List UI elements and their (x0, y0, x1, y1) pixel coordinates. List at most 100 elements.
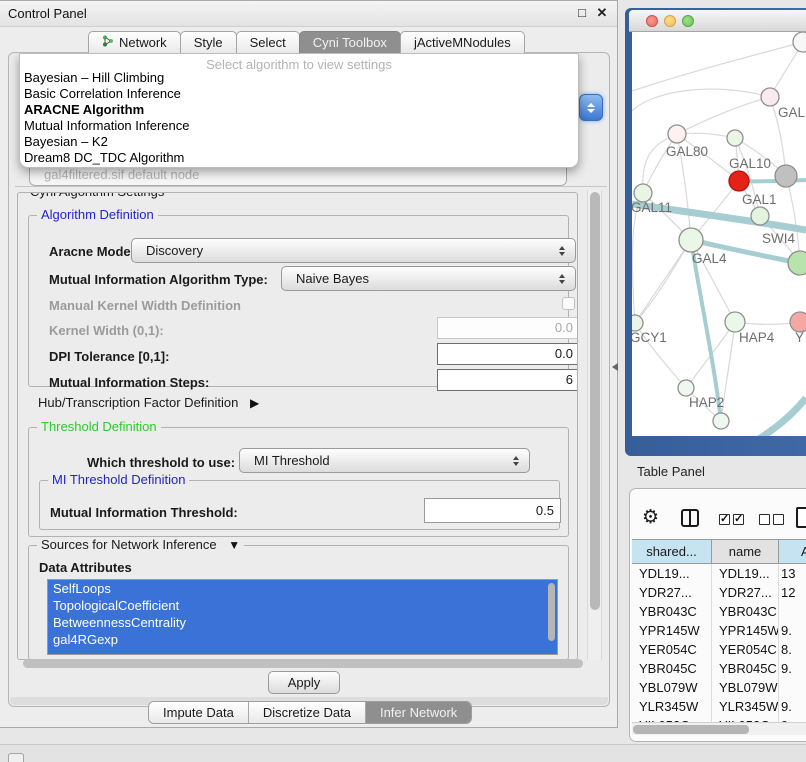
network-node[interactable] (713, 413, 729, 429)
network-node[interactable] (761, 88, 779, 106)
gear-icon[interactable]: ⚙ (642, 506, 659, 528)
aracne-mode-combobox[interactable]: Discovery (131, 238, 576, 263)
mi-type-combobox[interactable]: Naive Bayes (281, 266, 576, 291)
apply-button[interactable]: Apply (268, 671, 340, 694)
network-node[interactable] (775, 165, 797, 187)
document-icon[interactable] (796, 507, 806, 528)
mi-threshold-input[interactable]: 0.5 (424, 498, 561, 523)
settings-horizontal-scrollbar[interactable] (21, 657, 607, 671)
checked-checkbox-icon[interactable] (719, 514, 730, 525)
dropdown-item[interactable]: Dream8 DC_TDC Algorithm (20, 150, 578, 166)
table-cell[interactable]: YBR043C (632, 602, 712, 621)
table-column-header[interactable]: name (712, 540, 779, 563)
list-scrollbar[interactable] (547, 581, 556, 655)
partial-button[interactable] (8, 753, 24, 762)
network-node[interactable] (727, 130, 743, 146)
float-window-icon[interactable]: □ (574, 5, 590, 21)
network-node[interactable] (678, 380, 694, 396)
table-cell[interactable]: 12 (779, 583, 806, 602)
table-cell[interactable]: YLR345W (632, 697, 712, 716)
table-cell[interactable]: 9. (779, 659, 806, 678)
table-cell[interactable]: 13 (779, 564, 806, 583)
network-node[interactable] (632, 315, 643, 331)
dropdown-item[interactable]: Bayesian – Hill Climbing (20, 70, 578, 86)
close-traffic-light[interactable] (646, 15, 658, 27)
network-graph[interactable]: GALGAL80GAL10GAL1GAL11SWI4GAL4GCY1HAP4YH… (632, 32, 806, 436)
data-attribute-item[interactable]: BetweennessCentrality (48, 614, 557, 631)
table-cell[interactable] (779, 678, 806, 697)
close-window-icon[interactable]: ✕ (594, 5, 610, 21)
network-canvas[interactable]: GALGAL80GAL10GAL1GAL11SWI4GAL4GCY1HAP4YH… (632, 32, 806, 436)
table-row[interactable]: YDR27...YDR27...12 (632, 583, 806, 602)
table-cell[interactable]: YER054C (712, 640, 779, 659)
table-cell[interactable]: YBL079W (632, 678, 712, 697)
table-column-header[interactable]: A (779, 540, 806, 563)
mi-steps-input[interactable]: 6 (437, 369, 578, 391)
algorithm-combobox-stepper[interactable] (579, 94, 603, 121)
tab-infer-network[interactable]: Infer Network (366, 702, 471, 723)
split-columns-icon[interactable] (681, 509, 699, 527)
network-node[interactable] (790, 312, 806, 332)
dropdown-item[interactable]: Mutual Information Inference (20, 118, 578, 134)
tab-cyni-toolbox[interactable]: Cyni Toolbox (299, 31, 401, 53)
list-scrollbar-thumb[interactable] (548, 583, 555, 641)
tab-impute-data[interactable]: Impute Data (149, 702, 249, 723)
network-node[interactable] (788, 251, 806, 275)
hub-definition-expander[interactable]: Hub/Transcription Factor Definition ▶ (38, 395, 259, 410)
dropdown-item[interactable]: Bayesian – K2 (20, 134, 578, 150)
network-node[interactable] (668, 125, 686, 143)
tab-discretize-data[interactable]: Discretize Data (249, 702, 366, 723)
split-pane-collapse-arrow[interactable] (612, 363, 618, 371)
table-cell[interactable]: YDR27... (632, 583, 712, 602)
table-cell[interactable]: YPR145W (712, 621, 779, 640)
table-cell[interactable]: YLR345W (712, 697, 779, 716)
table-cell[interactable]: 9. (779, 697, 806, 716)
table-row[interactable]: YBL079WYBL079W (632, 678, 806, 697)
table-cell[interactable]: YDL19... (712, 564, 779, 583)
table-cell[interactable] (779, 602, 806, 621)
data-attribute-item[interactable]: SelfLoops (48, 580, 557, 597)
manual-kernel-checkbox[interactable] (562, 297, 575, 310)
table-row[interactable]: YBR045CYBR045C9. (632, 659, 806, 678)
tab-select[interactable]: Select (236, 31, 300, 53)
table-cell[interactable]: YPR145W (632, 621, 712, 640)
table-cell[interactable]: YBR045C (632, 659, 712, 678)
table-cell[interactable]: YDL19... (632, 564, 712, 583)
network-node[interactable] (729, 171, 749, 191)
table-horizontal-scrollbar-thumb[interactable] (633, 725, 749, 734)
table-cell[interactable]: YER054C (632, 640, 712, 659)
settings-horizontal-scrollbar-thumb[interactable] (23, 659, 583, 668)
list-item-partial[interactable] (48, 648, 557, 655)
kernel-width-input[interactable]: 0.0 (437, 317, 578, 339)
table-row[interactable]: YBR043CYBR043C (632, 602, 806, 621)
unchecked-checkbox-icon[interactable] (773, 514, 784, 525)
data-attribute-item[interactable]: TopologicalCoefficient (48, 597, 557, 614)
minimize-traffic-light[interactable] (664, 15, 676, 27)
table-cell[interactable]: 8. (779, 640, 806, 659)
table-column-header[interactable]: shared... (632, 540, 712, 563)
tab-jactivemnodules[interactable]: jActiveMNodules (400, 31, 525, 53)
network-window-titlebar[interactable] (629, 10, 806, 32)
settings-vertical-scrollbar[interactable] (587, 190, 602, 660)
unchecked-checkbox-icon[interactable] (759, 514, 770, 525)
table-row[interactable]: YER054CYER054C8. (632, 640, 806, 659)
table-row[interactable]: YLR345WYLR345W9. (632, 697, 806, 716)
dropdown-item[interactable]: ARACNE Algorithm (20, 102, 578, 118)
tab-style[interactable]: Style (180, 31, 237, 53)
table-cell[interactable]: YBL079W (712, 678, 779, 697)
dropdown-item[interactable]: Basic Correlation Inference (20, 86, 578, 102)
network-node[interactable] (751, 207, 769, 225)
table-cell[interactable]: 9. (779, 621, 806, 640)
which-threshold-combobox[interactable]: MI Threshold (239, 448, 530, 473)
checked-checkbox-icon[interactable] (733, 514, 744, 525)
dpi-tolerance-input[interactable]: 0.0 (437, 343, 578, 365)
network-node[interactable] (793, 32, 806, 52)
tab-network[interactable]: Network (88, 31, 181, 53)
table-horizontal-scrollbar[interactable] (632, 722, 806, 735)
table-cell[interactable]: YBR045C (712, 659, 779, 678)
table-row[interactable]: YDL19...YDL19...13 (632, 564, 806, 583)
network-node[interactable] (725, 312, 745, 332)
sources-group-toggle[interactable]: Sources for Network Inference ▼ (37, 537, 244, 552)
table-cell[interactable]: YBR043C (712, 602, 779, 621)
network-node[interactable] (679, 228, 703, 252)
